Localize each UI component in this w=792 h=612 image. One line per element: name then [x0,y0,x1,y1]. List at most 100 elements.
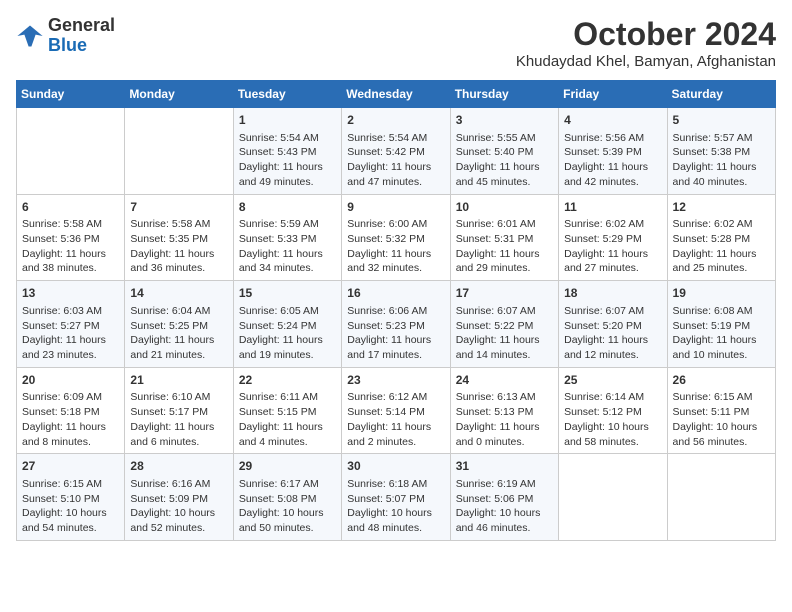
calendar-cell: 9Sunrise: 6:00 AM Sunset: 5:32 PM Daylig… [342,194,450,281]
day-number: 2 [347,112,444,129]
calendar-week-1: 1 Sunrise: 5:54 AM Sunset: 5:43 PM Daylig… [17,108,776,195]
day-content: Sunrise: 6:09 AM Sunset: 5:18 PM Dayligh… [22,390,119,449]
weekday-header-monday: Monday [125,81,233,108]
day-content: Sunrise: 6:19 AM Sunset: 5:06 PM Dayligh… [456,477,553,536]
day-content: Sunrise: 5:54 AM Sunset: 5:43 PM Dayligh… [239,131,336,190]
day-number: 1 [239,112,336,129]
weekday-header-wednesday: Wednesday [342,81,450,108]
calendar-cell: 29 Sunrise: 6:17 AM Sunset: 5:08 PM Dayli… [233,454,341,541]
day-number: 31 [456,458,553,475]
calendar-cell: 17 Sunrise: 6:07 AM Sunset: 5:22 PM Dayli… [450,281,558,368]
calendar-cell: 20Sunrise: 6:09 AM Sunset: 5:18 PM Dayli… [17,367,125,454]
weekday-header-row: SundayMondayTuesdayWednesdayThursdayFrid… [17,81,776,108]
calendar-cell: 11Sunrise: 6:02 AM Sunset: 5:29 PM Dayli… [559,194,667,281]
calendar-cell: 4 Sunrise: 5:56 AM Sunset: 5:39 PM Daylig… [559,108,667,195]
day-number: 14 [130,285,227,302]
day-content: Sunrise: 6:02 AM Sunset: 5:29 PM Dayligh… [564,217,661,276]
day-number: 24 [456,372,553,389]
logo-bird-icon [16,22,44,50]
day-content: Sunrise: 6:08 AM Sunset: 5:19 PM Dayligh… [673,304,770,363]
day-number: 19 [673,285,770,302]
calendar-week-4: 20Sunrise: 6:09 AM Sunset: 5:18 PM Dayli… [17,367,776,454]
calendar-cell: 3Sunrise: 5:55 AM Sunset: 5:40 PM Daylig… [450,108,558,195]
day-content: Sunrise: 6:00 AM Sunset: 5:32 PM Dayligh… [347,217,444,276]
day-content: Sunrise: 5:54 AM Sunset: 5:42 PM Dayligh… [347,131,444,190]
calendar-cell: 24Sunrise: 6:13 AM Sunset: 5:13 PM Dayli… [450,367,558,454]
day-number: 8 [239,199,336,216]
month-title: October 2024 [516,16,776,53]
calendar-cell: 8Sunrise: 5:59 AM Sunset: 5:33 PM Daylig… [233,194,341,281]
day-number: 6 [22,199,119,216]
calendar-week-2: 6Sunrise: 5:58 AM Sunset: 5:36 PM Daylig… [17,194,776,281]
day-content: Sunrise: 6:13 AM Sunset: 5:13 PM Dayligh… [456,390,553,449]
calendar-cell: 22Sunrise: 6:11 AM Sunset: 5:15 PM Dayli… [233,367,341,454]
page-header: General Blue October 2024 Khudaydad Khel… [16,16,776,70]
calendar-week-3: 13 Sunrise: 6:03 AM Sunset: 5:27 PM Dayli… [17,281,776,368]
day-number: 13 [22,285,119,302]
weekday-header-tuesday: Tuesday [233,81,341,108]
weekday-header-friday: Friday [559,81,667,108]
day-content: Sunrise: 6:11 AM Sunset: 5:15 PM Dayligh… [239,390,336,449]
day-content: Sunrise: 5:59 AM Sunset: 5:33 PM Dayligh… [239,217,336,276]
title-block: October 2024 Khudaydad Khel, Bamyan, Afg… [516,16,776,70]
calendar-cell: 21Sunrise: 6:10 AM Sunset: 5:17 PM Dayli… [125,367,233,454]
day-number: 3 [456,112,553,129]
day-content: Sunrise: 6:07 AM Sunset: 5:20 PM Dayligh… [564,304,661,363]
logo-line1: General [48,16,115,36]
day-content: Sunrise: 6:07 AM Sunset: 5:22 PM Dayligh… [456,304,553,363]
day-number: 15 [239,285,336,302]
calendar-cell: 1 Sunrise: 5:54 AM Sunset: 5:43 PM Daylig… [233,108,341,195]
day-number: 10 [456,199,553,216]
day-content: Sunrise: 6:05 AM Sunset: 5:24 PM Dayligh… [239,304,336,363]
calendar-cell: 18 Sunrise: 6:07 AM Sunset: 5:20 PM Dayli… [559,281,667,368]
calendar-table: SundayMondayTuesdayWednesdayThursdayFrid… [16,80,776,541]
calendar-cell [125,108,233,195]
calendar-week-5: 27Sunrise: 6:15 AM Sunset: 5:10 PM Dayli… [17,454,776,541]
day-number: 11 [564,199,661,216]
calendar-cell: 10Sunrise: 6:01 AM Sunset: 5:31 PM Dayli… [450,194,558,281]
day-content: Sunrise: 6:16 AM Sunset: 5:09 PM Dayligh… [130,477,227,536]
day-content: Sunrise: 6:03 AM Sunset: 5:27 PM Dayligh… [22,304,119,363]
weekday-header-saturday: Saturday [667,81,775,108]
calendar-cell: 30Sunrise: 6:18 AM Sunset: 5:07 PM Dayli… [342,454,450,541]
day-content: Sunrise: 6:10 AM Sunset: 5:17 PM Dayligh… [130,390,227,449]
logo-line2: Blue [48,36,115,56]
day-content: Sunrise: 6:15 AM Sunset: 5:11 PM Dayligh… [673,390,770,449]
calendar-cell: 2 Sunrise: 5:54 AM Sunset: 5:42 PM Daylig… [342,108,450,195]
day-content: Sunrise: 6:06 AM Sunset: 5:23 PM Dayligh… [347,304,444,363]
location: Khudaydad Khel, Bamyan, Afghanistan [516,53,776,70]
day-number: 29 [239,458,336,475]
day-content: Sunrise: 6:18 AM Sunset: 5:07 PM Dayligh… [347,477,444,536]
day-number: 7 [130,199,227,216]
calendar-cell: 25Sunrise: 6:14 AM Sunset: 5:12 PM Dayli… [559,367,667,454]
calendar-cell: 15 Sunrise: 6:05 AM Sunset: 5:24 PM Dayli… [233,281,341,368]
calendar-cell [667,454,775,541]
calendar-cell: 26Sunrise: 6:15 AM Sunset: 5:11 PM Dayli… [667,367,775,454]
day-content: Sunrise: 6:14 AM Sunset: 5:12 PM Dayligh… [564,390,661,449]
day-number: 17 [456,285,553,302]
day-content: Sunrise: 5:56 AM Sunset: 5:39 PM Dayligh… [564,131,661,190]
calendar-cell: 12Sunrise: 6:02 AM Sunset: 5:28 PM Dayli… [667,194,775,281]
calendar-cell: 31 Sunrise: 6:19 AM Sunset: 5:06 PM Dayli… [450,454,558,541]
day-content: Sunrise: 5:58 AM Sunset: 5:36 PM Dayligh… [22,217,119,276]
calendar-cell: 27Sunrise: 6:15 AM Sunset: 5:10 PM Dayli… [17,454,125,541]
calendar-cell: 5Sunrise: 5:57 AM Sunset: 5:38 PM Daylig… [667,108,775,195]
day-number: 18 [564,285,661,302]
weekday-header-sunday: Sunday [17,81,125,108]
calendar-cell: 7Sunrise: 5:58 AM Sunset: 5:35 PM Daylig… [125,194,233,281]
day-number: 27 [22,458,119,475]
day-number: 25 [564,372,661,389]
day-content: Sunrise: 5:57 AM Sunset: 5:38 PM Dayligh… [673,131,770,190]
calendar-cell: 28 Sunrise: 6:16 AM Sunset: 5:09 PM Dayli… [125,454,233,541]
day-content: Sunrise: 6:17 AM Sunset: 5:08 PM Dayligh… [239,477,336,536]
day-number: 21 [130,372,227,389]
day-number: 26 [673,372,770,389]
day-number: 22 [239,372,336,389]
calendar-cell: 16Sunrise: 6:06 AM Sunset: 5:23 PM Dayli… [342,281,450,368]
logo: General Blue [16,16,115,56]
day-number: 28 [130,458,227,475]
calendar-cell [559,454,667,541]
day-number: 9 [347,199,444,216]
day-number: 4 [564,112,661,129]
calendar-body: 1 Sunrise: 5:54 AM Sunset: 5:43 PM Daylig… [17,108,776,541]
